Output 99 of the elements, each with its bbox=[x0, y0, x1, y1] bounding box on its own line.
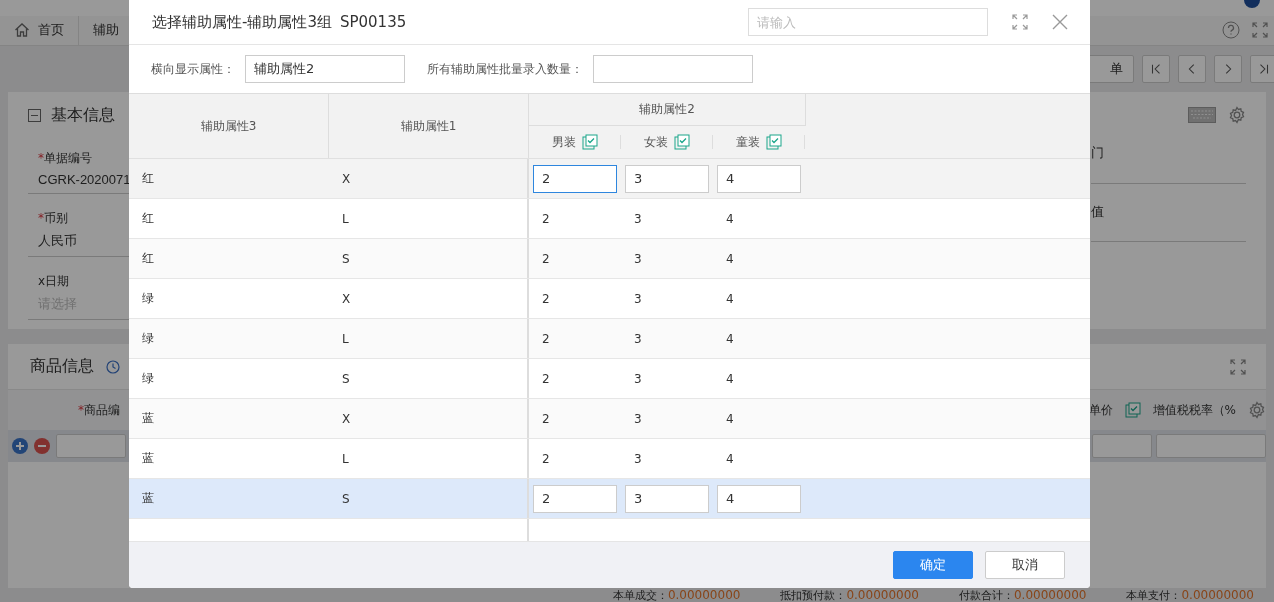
table-row[interactable]: 红 L 2 3 4 bbox=[129, 199, 1090, 239]
plus-icon bbox=[15, 441, 25, 452]
input-field[interactable] bbox=[593, 55, 753, 83]
previous-button[interactable] bbox=[1178, 54, 1206, 83]
checkbox-icon[interactable] bbox=[673, 134, 690, 150]
add-row-button[interactable] bbox=[12, 438, 28, 455]
table-cell-text: 3 bbox=[633, 211, 643, 226]
section-title: 商品信息 bbox=[30, 356, 94, 378]
cancel-button[interactable]: 取消 bbox=[985, 551, 1065, 579]
table-row[interactable]: 蓝 X 2 3 4 bbox=[129, 399, 1090, 439]
remove-row-button[interactable] bbox=[34, 438, 50, 455]
page-tab[interactable]: 首页 bbox=[0, 15, 79, 45]
avatar-icon[interactable] bbox=[1244, 0, 1260, 8]
table-cell-text: 绿 bbox=[141, 290, 155, 307]
table-cell-text: 3 bbox=[633, 451, 643, 466]
quantity-input[interactable]: 4 bbox=[717, 484, 801, 513]
summary-total: 付款合计：0.00000000 bbox=[958, 589, 1087, 602]
table-cell: S bbox=[329, 479, 529, 518]
checkbox-icon[interactable] bbox=[765, 134, 782, 150]
confirm-button[interactable]: 确定 bbox=[893, 551, 973, 579]
summary-total: 本单成交：0.00000000 bbox=[612, 589, 741, 602]
first-page-button[interactable] bbox=[1142, 54, 1170, 83]
input-field[interactable] bbox=[1092, 434, 1152, 459]
quantity-input[interactable]: 2 bbox=[533, 164, 617, 193]
column-header: *商品编 bbox=[78, 401, 120, 419]
table-cell-text: 4 bbox=[725, 451, 735, 466]
home-icon bbox=[14, 22, 30, 39]
last-page-button[interactable] bbox=[1250, 54, 1274, 83]
table-cell-text: 4 bbox=[725, 291, 735, 306]
section-title: 基本信息 bbox=[51, 105, 115, 127]
table-cell-text: 3 bbox=[633, 371, 643, 386]
settings-icon[interactable] bbox=[1248, 401, 1266, 420]
column-header: 女装 bbox=[643, 133, 668, 151]
table-cell-text: 3 bbox=[633, 291, 643, 306]
column-group-header: 辅助属性2 bbox=[529, 94, 806, 126]
table-cell-text: 2 bbox=[541, 411, 551, 426]
table-cell-text: 2 bbox=[541, 451, 551, 466]
summary-total: 抵扣预付款：0.00000000 bbox=[780, 589, 919, 602]
table-cell-text: 蓝 bbox=[141, 450, 155, 467]
table-row[interactable]: 红 X 2 3 4 bbox=[129, 159, 1090, 199]
fullscreen-icon[interactable] bbox=[1230, 358, 1246, 375]
table-cell-text: 4 bbox=[725, 251, 735, 266]
table-cell-text: 3 bbox=[633, 331, 643, 346]
table-cell-text: 3 bbox=[633, 251, 643, 266]
table-cell-text: 绿 bbox=[141, 330, 155, 347]
keyboard-icon[interactable] bbox=[1188, 106, 1216, 123]
table-cell-text: 红 bbox=[141, 210, 155, 227]
settings-icon[interactable] bbox=[1228, 105, 1246, 124]
table-cell-text: 2 bbox=[541, 251, 551, 266]
clock-icon[interactable] bbox=[106, 359, 120, 374]
input-field[interactable] bbox=[56, 434, 126, 459]
form-field[interactable]: 值 bbox=[1091, 183, 1246, 242]
table-row[interactable]: 绿 S 2 3 4 bbox=[129, 359, 1090, 399]
quantity-input[interactable]: 3 bbox=[625, 164, 709, 193]
table-cell-text: 3 bbox=[633, 411, 643, 426]
table-row[interactable]: 蓝 L 2 3 4 bbox=[129, 439, 1090, 479]
quantity-input[interactable]: 4 bbox=[717, 164, 801, 193]
checkbox-icon[interactable] bbox=[1124, 402, 1141, 419]
table-cell-text: 2 bbox=[541, 331, 551, 346]
summary-total: 本单支付：0.00000000 bbox=[1126, 589, 1254, 602]
table-cell-text: 2 bbox=[541, 291, 551, 306]
table-cell-text: 红 bbox=[141, 250, 155, 267]
column-header: 辅助属性1 bbox=[329, 94, 529, 158]
table-cell-text: 4 bbox=[725, 211, 735, 226]
column-header: 增值税税率（% bbox=[1152, 401, 1236, 419]
column-header: 单价 bbox=[1088, 401, 1113, 419]
column-header: 男装 bbox=[551, 133, 576, 151]
table-cell-text: 4 bbox=[725, 331, 735, 346]
dialog-title: 选择辅助属性-辅助属性3组 bbox=[152, 12, 332, 32]
fullscreen-icon[interactable] bbox=[1252, 22, 1268, 39]
fullscreen-button[interactable] bbox=[1012, 14, 1028, 30]
table-row[interactable]: 绿 X 2 3 4 bbox=[129, 279, 1090, 319]
next-button[interactable] bbox=[1214, 54, 1242, 83]
table-cell-text: 红 bbox=[141, 170, 155, 187]
field-label: 横向显示属性： bbox=[151, 60, 235, 78]
field-label: 所有辅助属性批量录入数量： bbox=[427, 60, 583, 78]
table-row[interactable]: 红 S 2 3 4 bbox=[129, 239, 1090, 279]
table-row[interactable]: 绿 L 2 3 4 bbox=[129, 319, 1090, 359]
close-button[interactable] bbox=[1052, 14, 1068, 30]
table-cell-text: 4 bbox=[725, 411, 735, 426]
checkbox-icon[interactable] bbox=[581, 134, 598, 150]
table-cell-text: 绿 bbox=[141, 370, 155, 387]
table-row[interactable]: 蓝 S 2 3 4 bbox=[129, 479, 1090, 519]
table-cell-text: 蓝 bbox=[141, 490, 155, 507]
input-field[interactable]: 辅助属性2 bbox=[245, 55, 405, 83]
table-cell-text: 2 bbox=[541, 211, 551, 226]
table-cell-text: 蓝 bbox=[141, 410, 155, 427]
search-field[interactable]: 请输入 bbox=[748, 8, 988, 36]
collapse-icon[interactable] bbox=[28, 109, 41, 123]
product-code: SP00135 bbox=[339, 12, 407, 32]
input-field[interactable] bbox=[1156, 434, 1266, 459]
quantity-input[interactable]: 3 bbox=[625, 484, 709, 513]
form-field[interactable]: 门 bbox=[1091, 123, 1246, 184]
quantity-input[interactable]: 2 bbox=[533, 484, 617, 513]
column-header: 辅助属性3 bbox=[129, 94, 329, 158]
help-icon[interactable] bbox=[1222, 21, 1240, 40]
table-cell-text: 4 bbox=[725, 371, 735, 386]
table-cell-text: 2 bbox=[541, 371, 551, 386]
column-header: 童装 bbox=[735, 133, 760, 151]
